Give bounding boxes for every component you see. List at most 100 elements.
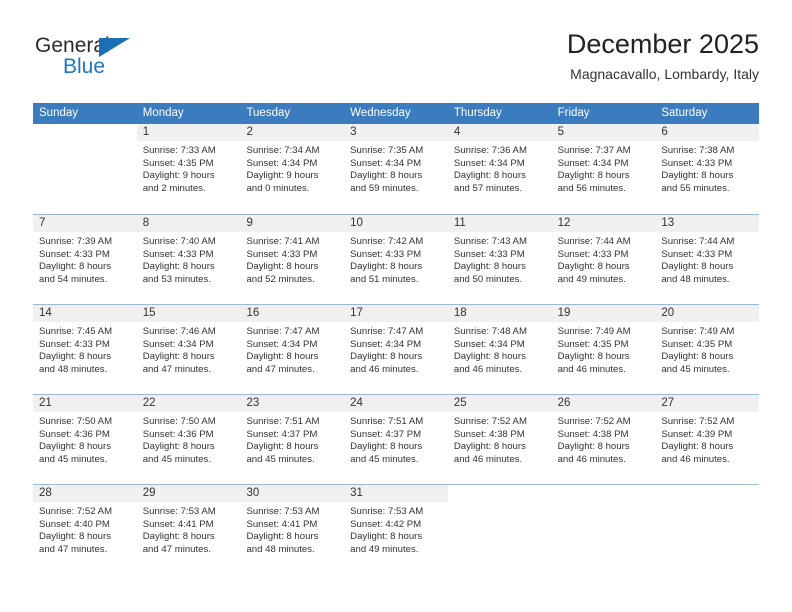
sunrise-time: Sunrise: 7:42 AM: [350, 236, 424, 247]
calendar-day-cell[interactable]: 10 Sunrise: 7:42 AM Sunset: 4:33 PM Dayligh…: [344, 215, 448, 304]
day-number: 12: [557, 217, 571, 229]
sunset-time: Sunset: 4:34 PM: [453, 338, 525, 350]
day-number: 25: [453, 397, 467, 409]
sunset-time: Sunset: 4:34 PM: [557, 157, 629, 169]
calendar-day-cell[interactable]: 14 Sunrise: 7:45 AM Sunset: 4:33 PM Dayligh…: [33, 305, 137, 394]
daylight-duration-line2: and 45 minutes.: [661, 363, 730, 375]
calendar-day-cell[interactable]: 5 Sunrise: 7:37 AM Sunset: 4:34 PM Daylight…: [551, 124, 656, 214]
sunset-time: Sunset: 4:38 PM: [453, 428, 525, 440]
daylight-duration-line2: and 46 minutes.: [661, 453, 730, 465]
calendar-day-cell[interactable]: 2 Sunrise: 7:34 AM Sunset: 4:34 PM Daylight…: [240, 124, 345, 214]
day-details: Sunrise: 7:50 AM Sunset: 4:36 PM Daylight:…: [137, 412, 241, 466]
sunrise-time: Sunrise: 7:50 AM: [142, 416, 216, 427]
day-number: 4: [453, 126, 461, 138]
calendar-day-cell[interactable]: 29 Sunrise: 7:53 AM Sunset: 4:41 PM Dayligh…: [136, 485, 241, 574]
calendar-day-cell[interactable]: 13 Sunrise: 7:44 AM Sunset: 4:33 PM Dayligh…: [655, 215, 760, 304]
day-number: 9: [246, 217, 253, 229]
daylight-duration-line2: and 2 minutes.: [142, 182, 206, 194]
calendar-day-cell[interactable]: 9 Sunrise: 7:41 AM Sunset: 4:33 PM Daylight…: [240, 215, 345, 304]
day-details: Sunrise: 7:36 AM Sunset: 4:34 PM Daylight:…: [448, 141, 552, 195]
title-block: December 2025 Magnacavallo, Lombardy, It…: [567, 28, 759, 84]
calendar-day-cell[interactable]: 21 Sunrise: 7:50 AM Sunset: 4:36 PM Dayligh…: [33, 395, 137, 484]
calendar-day-cell[interactable]: 22 Sunrise: 7:50 AM Sunset: 4:36 PM Dayligh…: [136, 395, 241, 484]
daylight-duration-line1: Daylight: 8 hours: [661, 261, 734, 273]
daylight-duration-line1: Daylight: 8 hours: [350, 261, 423, 273]
sunset-time: Sunset: 4:35 PM: [661, 338, 733, 350]
day-details: Sunrise: 7:39 AM Sunset: 4:33 PM Daylight:…: [33, 232, 137, 286]
day-number-band: 24: [344, 395, 448, 412]
generalblue-logo[interactable]: General Blue: [33, 34, 213, 86]
daylight-duration-line1: Daylight: 8 hours: [350, 351, 423, 363]
day-number: 11: [453, 217, 466, 229]
calendar-day-cell[interactable]: 3 Sunrise: 7:35 AM Sunset: 4:34 PM Daylight…: [344, 124, 448, 214]
daylight-duration-line2: and 49 minutes.: [350, 543, 419, 555]
daylight-duration-line1: Daylight: 8 hours: [557, 441, 630, 453]
daylight-duration-line1: Daylight: 8 hours: [453, 170, 526, 182]
day-number-band: [33, 124, 137, 141]
calendar-day-cell[interactable]: 30 Sunrise: 7:53 AM Sunset: 4:41 PM Dayligh…: [240, 485, 345, 574]
calendar-day-cell[interactable]: 26 Sunrise: 7:52 AM Sunset: 4:38 PM Dayligh…: [551, 395, 656, 484]
calendar-day-cell[interactable]: 20 Sunrise: 7:49 AM Sunset: 4:35 PM Dayligh…: [655, 305, 760, 394]
day-number-band: 5: [551, 124, 656, 141]
sunset-time: Sunset: 4:34 PM: [453, 157, 525, 169]
sunrise-time: Sunrise: 7:52 AM: [453, 416, 527, 427]
daylight-duration-line1: Daylight: 8 hours: [142, 261, 215, 273]
sunset-time: Sunset: 4:33 PM: [557, 248, 629, 260]
daylight-duration-line2: and 47 minutes.: [142, 543, 211, 555]
page-header: General Blue December 2025 Magnacavallo,…: [33, 28, 759, 94]
daylight-duration-line1: Daylight: 8 hours: [39, 531, 111, 543]
sunset-time: Sunset: 4:38 PM: [557, 428, 629, 440]
day-details: Sunrise: 7:53 AM Sunset: 4:41 PM Daylight:…: [240, 502, 344, 556]
calendar-day-cell[interactable]: 15 Sunrise: 7:46 AM Sunset: 4:34 PM Dayligh…: [136, 305, 241, 394]
day-details: Sunrise: 7:35 AM Sunset: 4:34 PM Daylight:…: [344, 141, 448, 195]
calendar-day-cell[interactable]: 18 Sunrise: 7:48 AM Sunset: 4:34 PM Dayligh…: [447, 305, 552, 394]
daylight-duration-line1: Daylight: 8 hours: [39, 261, 111, 273]
day-details: Sunrise: 7:38 AM Sunset: 4:33 PM Daylight:…: [655, 141, 759, 195]
daylight-duration-line2: and 47 minutes.: [142, 363, 211, 375]
daylight-duration-line2: and 45 minutes.: [350, 453, 419, 465]
day-number: 24: [350, 397, 363, 409]
sunrise-time: Sunrise: 7:48 AM: [453, 326, 527, 337]
calendar-day-cell[interactable]: 27 Sunrise: 7:52 AM Sunset: 4:39 PM Dayligh…: [655, 395, 760, 484]
day-number-band: 30: [240, 485, 345, 502]
daylight-duration-line1: Daylight: 8 hours: [142, 441, 215, 453]
calendar-day-cell[interactable]: 28 Sunrise: 7:52 AM Sunset: 4:40 PM Dayligh…: [33, 485, 137, 574]
daylight-duration-line2: and 57 minutes.: [453, 182, 523, 194]
daylight-duration-line1: Daylight: 8 hours: [350, 170, 423, 182]
sunset-time: Sunset: 4:39 PM: [661, 428, 733, 440]
day-number: 21: [39, 397, 52, 409]
day-number-band: 2: [240, 124, 345, 141]
sunset-time: Sunset: 4:33 PM: [350, 248, 422, 260]
daylight-duration-line2: and 56 minutes.: [557, 182, 626, 194]
calendar-day-cell[interactable]: 8 Sunrise: 7:40 AM Sunset: 4:33 PM Daylight…: [136, 215, 241, 304]
calendar-day-cell[interactable]: 17 Sunrise: 7:47 AM Sunset: 4:34 PM Dayligh…: [344, 305, 448, 394]
day-details: Sunrise: 7:49 AM Sunset: 4:35 PM Daylight:…: [552, 322, 656, 376]
sunset-time: Sunset: 4:37 PM: [246, 428, 318, 440]
day-details: Sunrise: 7:44 AM Sunset: 4:33 PM Daylight:…: [552, 232, 656, 286]
sunset-time: Sunset: 4:34 PM: [246, 338, 318, 350]
calendar-day-cell[interactable]: 23 Sunrise: 7:51 AM Sunset: 4:37 PM Dayligh…: [240, 395, 345, 484]
calendar-day-cell[interactable]: 24 Sunrise: 7:51 AM Sunset: 4:37 PM Dayligh…: [344, 395, 448, 484]
calendar-day-cell[interactable]: 4 Sunrise: 7:36 AM Sunset: 4:34 PM Daylight…: [447, 124, 552, 214]
calendar-day-cell[interactable]: 12 Sunrise: 7:44 AM Sunset: 4:33 PM Dayligh…: [551, 215, 656, 304]
day-number-band: 8: [136, 215, 241, 232]
daylight-duration-line2: and 51 minutes.: [350, 273, 419, 285]
calendar-day-cell[interactable]: 11 Sunrise: 7:43 AM Sunset: 4:33 PM Dayligh…: [447, 215, 552, 304]
calendar-day-cell[interactable]: 19 Sunrise: 7:49 AM Sunset: 4:35 PM Dayligh…: [551, 305, 656, 394]
calendar-day-cell[interactable]: 7 Sunrise: 7:39 AM Sunset: 4:33 PM Daylight…: [33, 215, 137, 304]
day-details: Sunrise: 7:52 AM Sunset: 4:38 PM Daylight:…: [448, 412, 552, 466]
calendar-day-cell[interactable]: 31 Sunrise: 7:53 AM Sunset: 4:42 PM Dayligh…: [344, 485, 448, 574]
sunset-time: Sunset: 4:33 PM: [246, 248, 318, 260]
day-details: Sunrise: 7:44 AM Sunset: 4:33 PM Daylight:…: [655, 232, 759, 286]
day-number-band: 14: [33, 305, 137, 322]
calendar-day-cell[interactable]: 6 Sunrise: 7:38 AM Sunset: 4:33 PM Daylight…: [655, 124, 760, 214]
daylight-duration-line1: Daylight: 8 hours: [246, 441, 319, 453]
daylight-duration-line2: and 52 minutes.: [246, 273, 315, 285]
sunrise-time: Sunrise: 7:49 AM: [557, 326, 631, 337]
calendar-day-cell[interactable]: 16 Sunrise: 7:47 AM Sunset: 4:34 PM Dayligh…: [240, 305, 345, 394]
day-number: 15: [142, 307, 156, 319]
calendar-day-cell[interactable]: 1 Sunrise: 7:33 AM Sunset: 4:35 PM Daylight…: [136, 124, 241, 214]
calendar-day-cell[interactable]: 25 Sunrise: 7:52 AM Sunset: 4:38 PM Dayligh…: [447, 395, 552, 484]
day-number: 19: [557, 307, 571, 319]
daylight-duration-line2: and 0 minutes.: [246, 182, 310, 194]
